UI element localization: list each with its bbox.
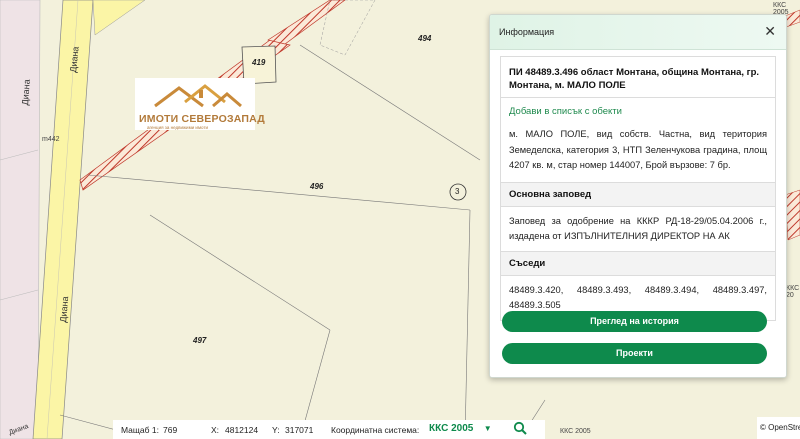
osm-text: © OpenStreetMap — [760, 423, 800, 432]
info-panel-title: Информация — [499, 27, 555, 37]
osm-attribution[interactable]: © OpenStreetMap — [757, 417, 800, 439]
search-icon[interactable] — [513, 421, 527, 437]
lot-label-3: 3 — [455, 187, 460, 196]
x-value: 4812124 — [225, 425, 259, 435]
status-bar: Мащаб 1: 769 X: 4812124 Y: 317071 Коорди… — [113, 420, 545, 439]
street-label-diana: Диана — [20, 78, 32, 106]
parcel-address: ПИ 48489.3.496 област Монтана, община Мо… — [509, 67, 760, 91]
add-to-list-link[interactable]: Добави в списък с обекти — [501, 98, 775, 123]
y-value: 317071 — [285, 425, 314, 435]
neighbors-header: Съседи — [501, 250, 775, 276]
order-text: Заповед за одобрение на КККР РД-18-29/05… — [509, 215, 767, 242]
logo-subtitle: агенция за недвижими имоти — [147, 125, 209, 130]
parcel-info-section: ПИ 48489.3.496 област Монтана, община Мо… — [500, 56, 776, 321]
search-icon-svg — [513, 421, 527, 435]
order-header: Основна заповед — [501, 181, 775, 207]
lot-label-419: 419 — [252, 58, 266, 67]
y-label: Y: — [272, 425, 280, 435]
crs-label: Координатна система: — [331, 425, 420, 435]
lot-label-496: 496 — [310, 182, 324, 191]
parcel-description: м. МАЛО ПОЛЕ, вид собств. Частна, вид те… — [509, 129, 767, 170]
close-icon[interactable]: ✕ — [764, 24, 776, 38]
x-label: X: — [211, 425, 220, 435]
crs-select[interactable]: ККС 2005 ▼ — [429, 423, 492, 434]
crs-side-label: ККС 20 — [786, 285, 800, 299]
logo-title: ИМОТИ СЕВЕРОЗАПАД — [139, 113, 265, 125]
lot-label-497: 497 — [193, 336, 207, 345]
scale-label: Мащаб 1: — [121, 425, 159, 435]
lot-label-494: 494 — [418, 34, 432, 43]
crs-bottom-label: ККС 2005 — [560, 428, 591, 435]
history-button[interactable]: Преглед на история — [502, 311, 767, 332]
map-point-label: m442 — [42, 136, 60, 143]
chevron-down-icon: ▼ — [483, 424, 492, 433]
agency-logo: ИМОТИ СЕВЕРОЗАПАД агенция за недвижими и… — [135, 78, 265, 130]
scale-value: 769 — [163, 425, 178, 435]
info-panel-header: Информация ✕ — [490, 15, 786, 50]
projects-button[interactable]: Проекти — [502, 343, 767, 364]
house-roof-icon — [154, 84, 242, 108]
crs-value: ККС 2005 — [429, 423, 474, 434]
info-panel: Информация ✕ ПИ 48489.3.496 област Монта… — [489, 14, 787, 378]
